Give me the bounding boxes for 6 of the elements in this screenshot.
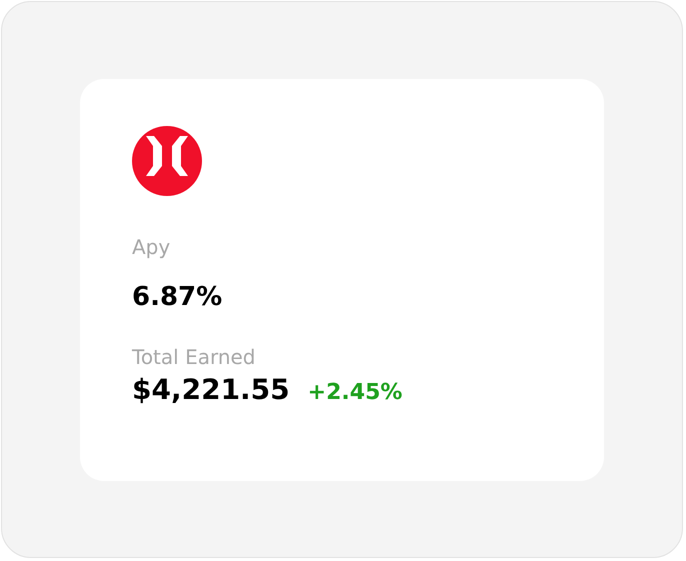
earned-label: Total Earned	[132, 344, 257, 368]
apy-value: 6.87%	[132, 282, 224, 312]
earned-value: $4,221.55	[132, 374, 290, 404]
apy-label: Apy	[132, 234, 172, 258]
logo-icon	[132, 126, 202, 196]
change-value: +2.45%	[308, 380, 402, 404]
